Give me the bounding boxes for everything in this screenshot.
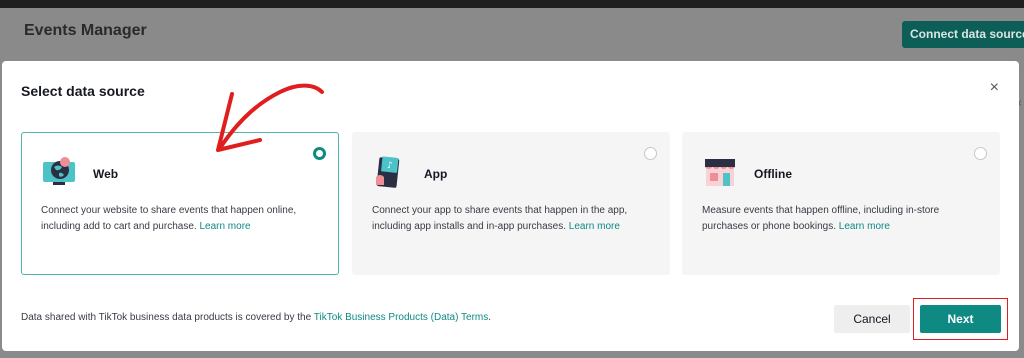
- phone-tiktok-icon: ♪: [376, 156, 400, 188]
- svg-text:♪: ♪: [387, 161, 393, 171]
- option-name: Web: [93, 167, 119, 181]
- option-name: App: [424, 167, 448, 181]
- connect-data-source-button[interactable]: Connect data source: [902, 21, 1024, 48]
- radio-app[interactable]: [644, 147, 657, 160]
- option-card-offline[interactable]: Offline Measure events that happen offli…: [682, 132, 1000, 275]
- annotation-highlight-box: [913, 298, 1008, 340]
- option-card-app[interactable]: ♪ App Connect your app to share events t…: [352, 132, 670, 275]
- dialog-title: Select data source: [21, 83, 145, 99]
- radio-web[interactable]: [313, 147, 326, 160]
- cancel-button[interactable]: Cancel: [834, 305, 910, 333]
- learn-more-link[interactable]: Learn more: [839, 221, 890, 232]
- learn-more-link[interactable]: Learn more: [199, 221, 250, 232]
- option-description: Connect your app to share events that ha…: [372, 203, 652, 235]
- page-title: Events Manager: [24, 22, 147, 39]
- option-description: Measure events that happen offline, incl…: [702, 203, 982, 235]
- data-terms-notice: Data shared with TikTok business data pr…: [21, 312, 491, 323]
- learn-more-link[interactable]: Learn more: [569, 221, 620, 232]
- description-text: Connect your website to share events tha…: [41, 205, 297, 232]
- web-globe-icon: [43, 157, 75, 185]
- close-icon[interactable]: ×: [990, 79, 999, 97]
- option-card-web[interactable]: Web Connect your website to share events…: [21, 132, 339, 275]
- description-text: Measure events that happen offline, incl…: [702, 205, 940, 232]
- terms-suffix: .: [488, 312, 492, 323]
- top-bar: [0, 0, 1024, 8]
- terms-link[interactable]: TikTok Business Products (Data) Terms: [314, 312, 489, 323]
- terms-text: Data shared with TikTok business data pr…: [21, 312, 312, 323]
- store-icon: [705, 159, 735, 186]
- option-description: Connect your website to share events tha…: [41, 203, 321, 235]
- option-name: Offline: [754, 167, 792, 181]
- select-data-source-dialog: Select data source × Web Connect your we…: [2, 61, 1019, 351]
- radio-offline[interactable]: [974, 147, 987, 160]
